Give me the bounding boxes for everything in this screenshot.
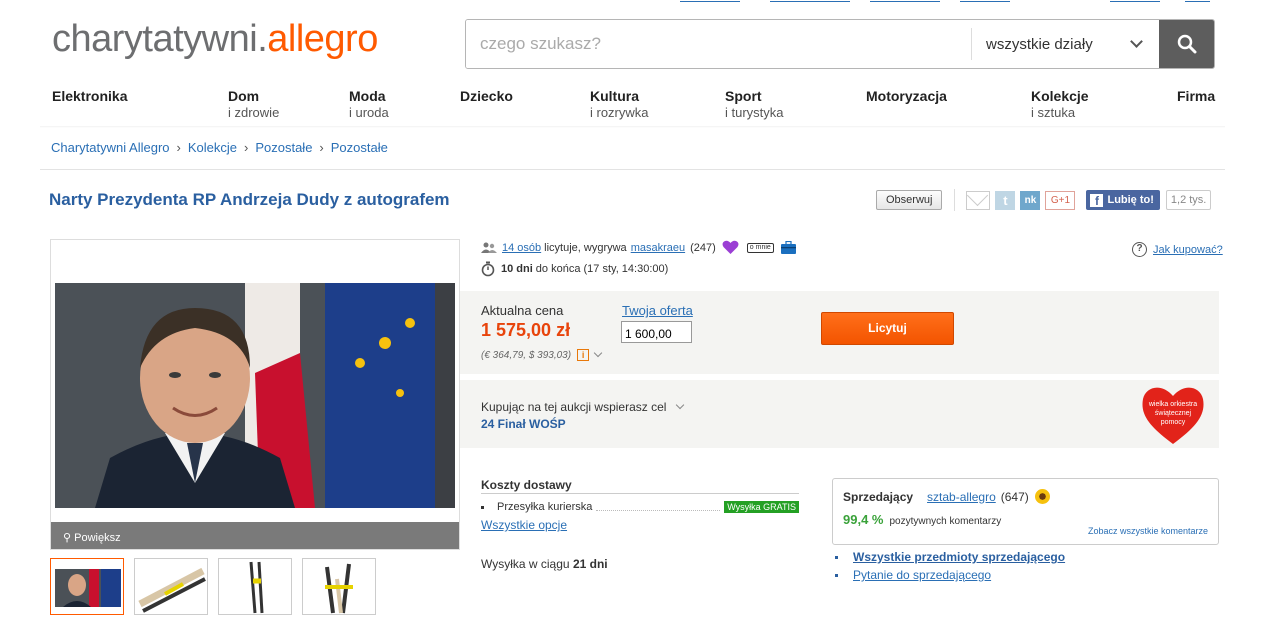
category-dziecko[interactable]: Dziecko	[460, 88, 513, 105]
share-divider	[954, 189, 956, 211]
your-offer-label[interactable]: Twoja oferta	[622, 303, 693, 318]
thumbnail-skis-image	[303, 559, 375, 614]
breadcrumb-item[interactable]: Pozostałe	[331, 140, 388, 155]
category-dom[interactable]: Dom i zdrowie	[228, 88, 279, 120]
thumbnail-skis-image	[135, 559, 207, 614]
winner-link[interactable]: masakraeu	[631, 242, 685, 254]
current-price: 1 575,00 zł	[481, 320, 571, 340]
category-firma[interactable]: Firma	[1177, 88, 1215, 105]
top-link[interactable]	[1185, 0, 1210, 2]
how-to-buy-link[interactable]: ? Jak kupować?	[1132, 242, 1223, 257]
briefcase-icon	[780, 240, 796, 254]
site-logo[interactable]: charytatywni.allegro	[52, 18, 378, 61]
seller-box: Sprzedający sztab-allegro (647) 99,4 % p…	[832, 478, 1219, 545]
stopwatch-icon	[481, 261, 495, 277]
category-kultura[interactable]: Kultura i rozrywka	[590, 88, 649, 120]
category-sport[interactable]: Sport i turystyka	[725, 88, 784, 120]
top-link[interactable]	[960, 0, 1010, 2]
info-icon[interactable]: i	[577, 349, 590, 361]
seller-links: Wszystkie przedmioty sprzedającego Pytan…	[835, 550, 1065, 586]
positive-rating: 99,4 %	[843, 512, 884, 527]
twitter-icon[interactable]: t	[995, 190, 1016, 210]
email-share-icon[interactable]	[966, 190, 991, 210]
shipping-section: Koszty dostawy Przesyłka kurierska Wysył…	[481, 478, 799, 532]
svg-text:świątecznej: świątecznej	[1155, 410, 1192, 417]
about-me-badge[interactable]: o mnie	[746, 242, 774, 253]
top-link[interactable]	[870, 0, 940, 2]
bid-button[interactable]: Licytuj	[821, 312, 954, 345]
gallery-thumbnail[interactable]	[134, 558, 208, 615]
breadcrumb-item[interactable]: Kolekcje	[188, 140, 237, 155]
chevron-down-icon[interactable]	[675, 400, 685, 410]
offer-input[interactable]	[621, 321, 692, 343]
search-icon	[1177, 34, 1196, 54]
category-motoryzacja[interactable]: Motoryzacja	[866, 88, 947, 105]
department-select[interactable]: wszystkie działy	[971, 28, 1159, 60]
charity-cause[interactable]: 24 Finał WOŚP	[481, 417, 566, 431]
ask-seller-link[interactable]: Pytanie do sprzedającego	[853, 568, 991, 582]
category-moda[interactable]: Moda i uroda	[349, 88, 389, 120]
thumbnail-skis-image	[219, 559, 291, 614]
nav-divider	[40, 126, 1225, 128]
bidders-link[interactable]: 14 osób	[502, 242, 541, 254]
category-elektronika[interactable]: Elektronika	[52, 88, 127, 105]
portrait-image	[55, 283, 455, 508]
time-left-info: 10 dni do końca (17 sty, 14:30:00)	[481, 261, 668, 277]
facebook-like-count: 1,2 tys.	[1165, 190, 1212, 210]
charity-box: Kupując na tej aukcji wspierasz cel 24 F…	[460, 380, 1219, 448]
facebook-like-button[interactable]: f Lubię to!	[1086, 190, 1160, 210]
breadcrumb-divider	[40, 169, 1225, 170]
share-bar: Obserwuj t nk G+1 f Lubię to! 1,2 tys.	[876, 189, 1212, 211]
follow-button[interactable]: Obserwuj	[876, 190, 943, 210]
bidders-info: 14 osób licytuje, wygrywa masakraeu (247…	[481, 240, 797, 255]
svg-text:wielka orkiestra: wielka orkiestra	[1148, 401, 1197, 408]
category-kolekcje[interactable]: Kolekcje i sztuka	[1031, 88, 1089, 120]
wosp-heart-logo[interactable]: wielka orkiestra świątecznej pomocy	[1140, 382, 1206, 446]
shipping-time: Wysyłka w ciągu 21 dni	[481, 557, 608, 571]
heart-icon	[722, 240, 739, 254]
thumbnail-portrait-image	[51, 559, 123, 614]
top-link[interactable]	[770, 0, 850, 2]
image-gallery: ⚲ Powiększ	[50, 239, 460, 550]
all-comments-link[interactable]: Zobacz wszystkie komentarze	[1088, 526, 1208, 536]
free-shipping-badge: Wysyłka GRATIS	[724, 501, 799, 513]
breadcrumb-separator: ›	[176, 140, 181, 155]
sunflower-badge-icon	[1034, 489, 1050, 504]
top-link[interactable]	[1110, 0, 1160, 2]
nk-icon[interactable]: nk	[1020, 190, 1041, 210]
zoom-button[interactable]: ⚲ Powiększ	[51, 522, 459, 549]
price-box: Aktualna cena 1 575,00 zł (€ 364,79, $ 3…	[460, 291, 1219, 374]
svg-text:pomocy: pomocy	[1161, 419, 1186, 426]
search-bar: wszystkie działy	[465, 19, 1215, 69]
item-title: Narty Prezydenta RP Andrzeja Dudy z auto…	[49, 190, 450, 209]
breadcrumb-item[interactable]: Charytatywni Allegro	[51, 140, 170, 155]
all-shipping-options-link[interactable]: Wszystkie opcje	[481, 518, 799, 532]
breadcrumb-separator: ›	[319, 140, 324, 155]
search-input[interactable]	[466, 20, 971, 68]
facebook-icon: f	[1090, 193, 1104, 208]
breadcrumb-separator: ›	[243, 140, 249, 155]
search-button[interactable]	[1159, 20, 1214, 68]
seller-name-link[interactable]: sztab-allegro	[927, 490, 996, 504]
chevron-down-icon[interactable]	[593, 348, 603, 358]
converted-price: (€ 364,79, $ 393,03) i	[481, 348, 603, 361]
question-icon: ?	[1132, 242, 1147, 257]
top-link[interactable]	[680, 0, 740, 2]
all-seller-items-link[interactable]: Wszystkie przedmioty sprzedającego	[853, 550, 1065, 564]
gallery-thumbnail[interactable]	[50, 558, 124, 615]
gallery-thumbnail[interactable]	[302, 558, 376, 615]
category-nav: Elektronika Dom i zdrowie Moda i uroda Dzi…	[0, 88, 1261, 128]
magnifier-icon: ⚲	[63, 532, 72, 544]
breadcrumb: Charytatywni Allegro › Kolekcje › Pozost…	[51, 140, 388, 155]
shipping-method: Przesyłka kurierska Wysyłka GRATIS	[481, 501, 799, 513]
gallery-thumbnail[interactable]	[218, 558, 292, 615]
main-photo[interactable]	[55, 283, 455, 508]
top-links-bar	[680, 0, 1220, 4]
chevron-down-icon	[1130, 35, 1143, 48]
users-icon	[481, 242, 497, 253]
breadcrumb-item[interactable]: Pozostałe	[255, 140, 312, 155]
google-plus-icon[interactable]: G+1	[1045, 190, 1076, 210]
